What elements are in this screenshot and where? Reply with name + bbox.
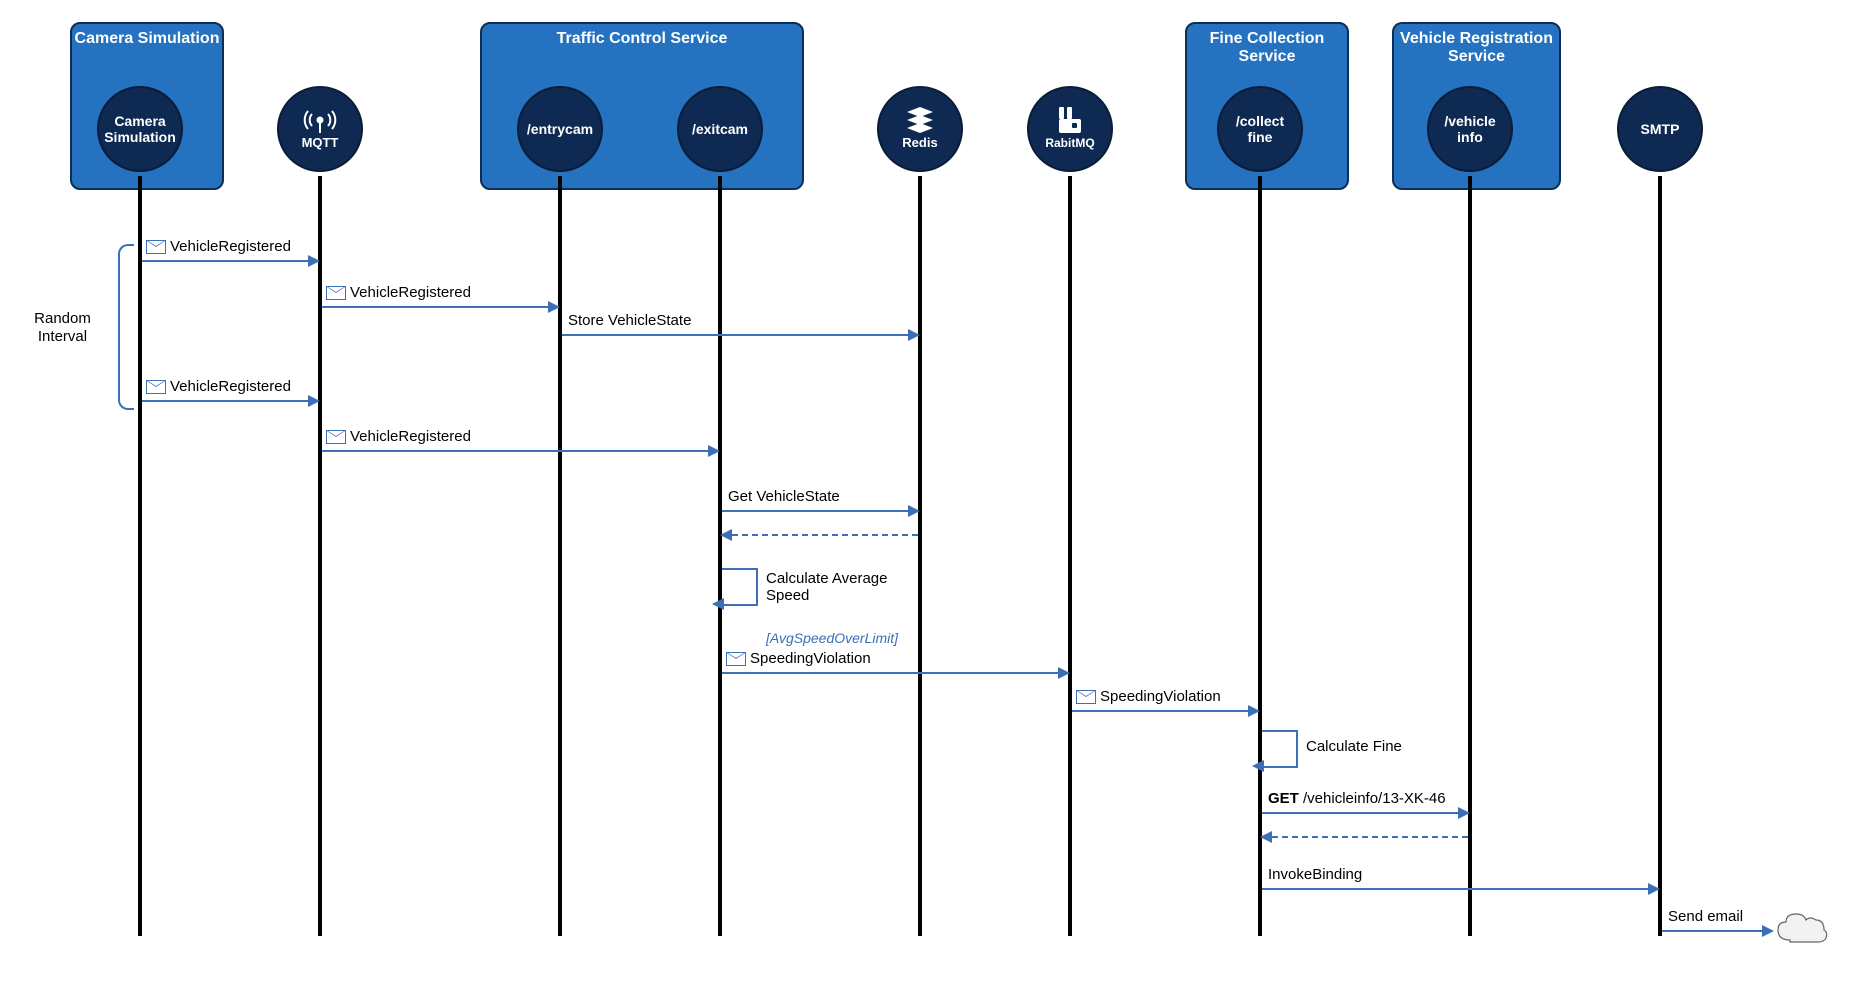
actor-exitcam: /exitcam — [677, 86, 763, 172]
note-random-interval: Random Interval — [15, 310, 110, 346]
arrow — [562, 334, 918, 336]
lifeline — [1658, 176, 1662, 936]
arrow — [322, 450, 718, 452]
msg-get-vehicleinfo: GET /vehicleinfo/13-XK-46 — [1268, 790, 1446, 807]
envelope-icon — [1076, 690, 1096, 704]
service-title: Traffic Control Service — [482, 30, 802, 48]
msg-speeding-violation-1: SpeedingViolation — [726, 650, 871, 667]
lifeline — [558, 176, 562, 936]
service-title: Vehicle Registration Service — [1394, 30, 1559, 66]
self-call — [1262, 730, 1298, 768]
lifeline — [718, 176, 722, 936]
msg-calc-fine: Calculate Fine — [1306, 738, 1402, 755]
lifeline — [138, 176, 142, 936]
arrow — [1662, 930, 1772, 932]
envelope-icon — [326, 286, 346, 300]
msg-get-vehiclestate: Get VehicleState — [728, 488, 840, 505]
arrow — [142, 260, 318, 262]
msg-calc-avg-speed: Calculate Average Speed — [766, 570, 896, 604]
envelope-icon — [146, 240, 166, 254]
actor-entrycam: /entrycam — [517, 86, 603, 172]
msg-send-email: Send email — [1668, 908, 1743, 925]
stack-icon — [905, 107, 935, 133]
envelope-icon — [726, 652, 746, 666]
arrow — [1262, 812, 1468, 814]
actor-vehicle-info: /vehicle info — [1427, 86, 1513, 172]
guard-avg-speed: [AvgSpeedOverLimit] — [766, 630, 898, 646]
envelope-icon — [326, 430, 346, 444]
msg-vehicle-registered-1: VehicleRegistered — [146, 238, 291, 255]
actor-mqtt: MQTT — [277, 86, 363, 172]
arrow-return — [722, 534, 918, 536]
arrow — [1262, 888, 1658, 890]
msg-speeding-violation-2: SpeedingViolation — [1076, 688, 1221, 705]
actor-camera-simulation: Camera Simulation — [97, 86, 183, 172]
actor-redis: Redis — [877, 86, 963, 172]
arrow — [142, 400, 318, 402]
arrow — [722, 672, 1068, 674]
lifeline — [1068, 176, 1072, 936]
lifeline — [1468, 176, 1472, 936]
brace-icon — [118, 244, 134, 410]
antenna-icon — [303, 107, 337, 133]
actor-rabbitmq: RabitMQ — [1027, 86, 1113, 172]
arrow — [1072, 710, 1258, 712]
lifeline — [1258, 176, 1262, 936]
arrow — [322, 306, 558, 308]
self-call — [722, 568, 758, 606]
service-title: Fine Collection Service — [1187, 30, 1347, 66]
service-title: Camera Simulation — [72, 30, 222, 48]
sequence-diagram: Camera Simulation Traffic Control Servic… — [0, 0, 1860, 1007]
msg-vehicle-registered-2: VehicleRegistered — [326, 284, 471, 301]
arrow-return — [1262, 836, 1468, 838]
rabbitmq-icon — [1057, 107, 1083, 133]
envelope-icon — [146, 380, 166, 394]
msg-vehicle-registered-3: VehicleRegistered — [146, 378, 291, 395]
lifeline — [318, 176, 322, 936]
msg-vehicle-registered-4: VehicleRegistered — [326, 428, 471, 445]
actor-smtp: SMTP — [1617, 86, 1703, 172]
msg-invoke-binding: InvokeBinding — [1268, 866, 1362, 883]
arrow — [722, 510, 918, 512]
cloud-icon — [1772, 908, 1832, 948]
actor-collect-fine: /collect fine — [1217, 86, 1303, 172]
msg-store-vehiclestate: Store VehicleState — [568, 312, 691, 329]
lifeline — [918, 176, 922, 936]
